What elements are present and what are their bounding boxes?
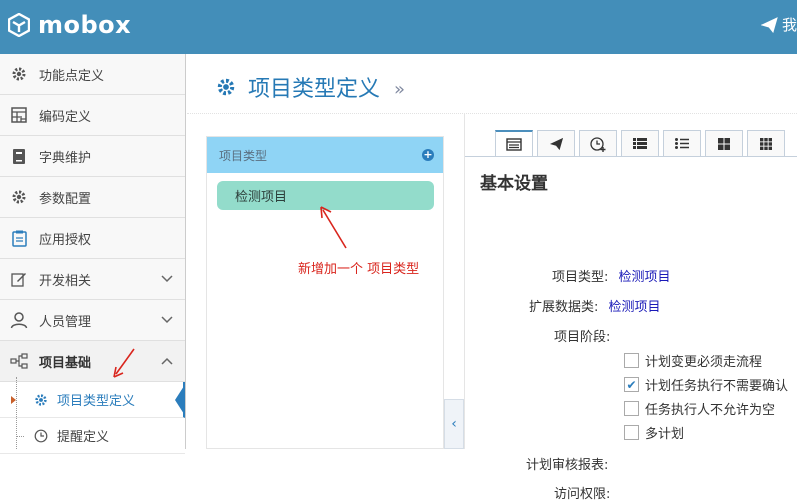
tab-grid-small[interactable]: [747, 130, 785, 156]
barcode-grid-icon: [10, 106, 28, 124]
list-icon: [633, 138, 647, 149]
chevron-down-icon: [161, 313, 173, 328]
active-indicator: [175, 386, 184, 414]
checkbox-plan-change-workflow[interactable]: 计划变更必须走流程: [624, 351, 762, 370]
chevron-down-icon: [161, 272, 173, 287]
gear-icon: [216, 77, 236, 97]
card-icon: [506, 138, 522, 151]
mobox-logo-icon: [8, 13, 30, 37]
field-label: 扩展数据类:: [529, 300, 599, 315]
edit-icon: [10, 270, 28, 288]
sidebar-item-app-authorization[interactable]: 应用授权: [0, 218, 185, 259]
page-title-text: 项目类型定义: [248, 77, 381, 102]
project-type-node[interactable]: 检测项目: [217, 181, 434, 210]
checkbox-box[interactable]: [624, 401, 639, 416]
sidebar-item-label: 字典维护: [39, 150, 92, 166]
tab-send[interactable]: [537, 130, 575, 156]
sidebar-item-code-definition[interactable]: 编码定义: [0, 95, 185, 136]
ext-data-class-value-link[interactable]: 检测项目: [609, 300, 661, 315]
grid-3x3-icon: [760, 137, 772, 150]
tabs-baseline: [465, 156, 797, 157]
gear-icon: [10, 65, 28, 83]
sidebar-item-label: 参数配置: [39, 191, 92, 207]
sidebar-item-function-points[interactable]: 功能点定义: [0, 54, 185, 95]
sidebar-item-dictionary[interactable]: 字典维护: [0, 136, 185, 177]
user-icon: [10, 311, 28, 329]
checkbox-box[interactable]: [624, 353, 639, 368]
logo-text: mobox: [38, 11, 132, 39]
sidebar-item-personnel[interactable]: 人员管理: [0, 300, 185, 341]
paper-plane-icon: [760, 16, 778, 33]
detail-tabs: [495, 130, 789, 157]
sidebar-item-label: 人员管理: [39, 314, 92, 330]
field-project-stage: 项目阶段:: [554, 326, 610, 345]
sidebar-subitem-label: 提醒定义: [57, 430, 110, 445]
clock-icon: [34, 429, 48, 443]
sidebar-item-label: 编码定义: [39, 109, 92, 125]
checkbox-label: 计划变更必须走流程: [645, 355, 763, 370]
checkbox-multi-plan[interactable]: 多计划: [624, 423, 684, 442]
paper-plane-icon: [549, 137, 563, 150]
field-project-type: 项目类型: 检测项目: [552, 266, 671, 285]
field-label: 项目类型:: [552, 270, 609, 285]
field-extended-data-class: 扩展数据类: 检测项目: [529, 296, 661, 315]
breadcrumb-separator: »: [394, 78, 406, 100]
project-type-panel-header: 项目类型 +: [207, 137, 443, 173]
sidebar-item-label: 项目基础: [39, 355, 92, 371]
page-title: 项目类型定义 »: [216, 71, 405, 103]
tab-grid-large[interactable]: [705, 130, 743, 156]
checkbox-label: 计划任务执行不需要确认: [645, 379, 789, 394]
field-label: 项目阶段:: [554, 330, 611, 345]
checkbox-box-checked[interactable]: ✔: [624, 377, 639, 392]
user-menu[interactable]: 我: [760, 14, 797, 35]
checkbox-label: 任务执行人不允许为空: [645, 403, 776, 418]
tree-connector-line: [16, 377, 17, 449]
project-type-node-label: 检测项目: [235, 190, 288, 205]
panel-header-label: 项目类型: [219, 148, 268, 163]
sidebar-item-development[interactable]: 开发相关: [0, 259, 185, 300]
checkbox-label: 多计划: [645, 427, 685, 442]
clipboard-icon: [10, 229, 28, 247]
chevron-up-icon: [161, 354, 173, 369]
field-label: 访问权限:: [554, 487, 611, 502]
bullet-list-icon: [675, 138, 689, 149]
sidebar-subitem-label: 项目类型定义: [57, 394, 136, 409]
gear-icon: [34, 393, 48, 407]
annotation-text: 新增加一个 项目类型: [298, 262, 420, 277]
book-icon: [10, 147, 28, 165]
sidebar-item-parameter-config[interactable]: 参数配置: [0, 177, 185, 218]
sidebar-subitem-project-type-definition[interactable]: 项目类型定义: [0, 382, 185, 418]
checkbox-no-confirm-needed[interactable]: ✔ 计划任务执行不需要确认: [624, 375, 788, 394]
sidebar-item-label: 功能点定义: [39, 68, 105, 84]
user-name: 我: [781, 16, 797, 34]
collapse-panel-button[interactable]: ‹: [444, 399, 464, 449]
add-project-type-button[interactable]: +: [422, 149, 434, 161]
sidebar: 功能点定义 编码定义 字典维护 参数配置 应用授权 开发相关 人员管理 项目基础…: [0, 54, 186, 454]
checkbox-executor-required[interactable]: 任务执行人不允许为空: [624, 399, 775, 418]
checkbox-box[interactable]: [624, 425, 639, 440]
sidebar-item-project-basics[interactable]: 项目基础: [0, 341, 185, 382]
logo[interactable]: mobox: [8, 10, 131, 40]
top-bar: mobox 我: [0, 0, 797, 54]
tab-basic[interactable]: [495, 130, 533, 157]
tree-connector: [16, 436, 24, 437]
gear-icon: [10, 188, 28, 206]
project-type-value-link[interactable]: 检测项目: [619, 270, 671, 285]
project-type-panel: 项目类型 + 检测项目 新增加一个 项目类型: [206, 136, 444, 449]
org-tree-icon: [10, 352, 28, 370]
sidebar-item-label: 开发相关: [39, 273, 92, 289]
field-access-rights: 访问权限:: [554, 483, 610, 502]
section-title: 基本设置: [480, 174, 548, 194]
grid-2x2-icon: [718, 137, 730, 150]
detail-panel: 基本设置 项目类型: 检测项目 扩展数据类: 检测项目 项目阶段: 计划变更必须…: [464, 113, 797, 502]
sidebar-item-label: 应用授权: [39, 232, 92, 248]
field-label: 计划审核报表:: [526, 458, 609, 473]
tab-list[interactable]: [621, 130, 659, 156]
field-plan-review-report: 计划审核报表:: [526, 454, 608, 473]
tab-schedule[interactable]: [579, 130, 617, 156]
main-content: 项目类型定义 » 项目类型 + 检测项目 新增加一个 项目类型 ‹ 基本设置 项…: [187, 54, 797, 502]
chevron-left-icon: ‹: [451, 416, 457, 432]
clock-add-icon: [589, 136, 605, 152]
tab-bullet-list[interactable]: [663, 130, 701, 156]
